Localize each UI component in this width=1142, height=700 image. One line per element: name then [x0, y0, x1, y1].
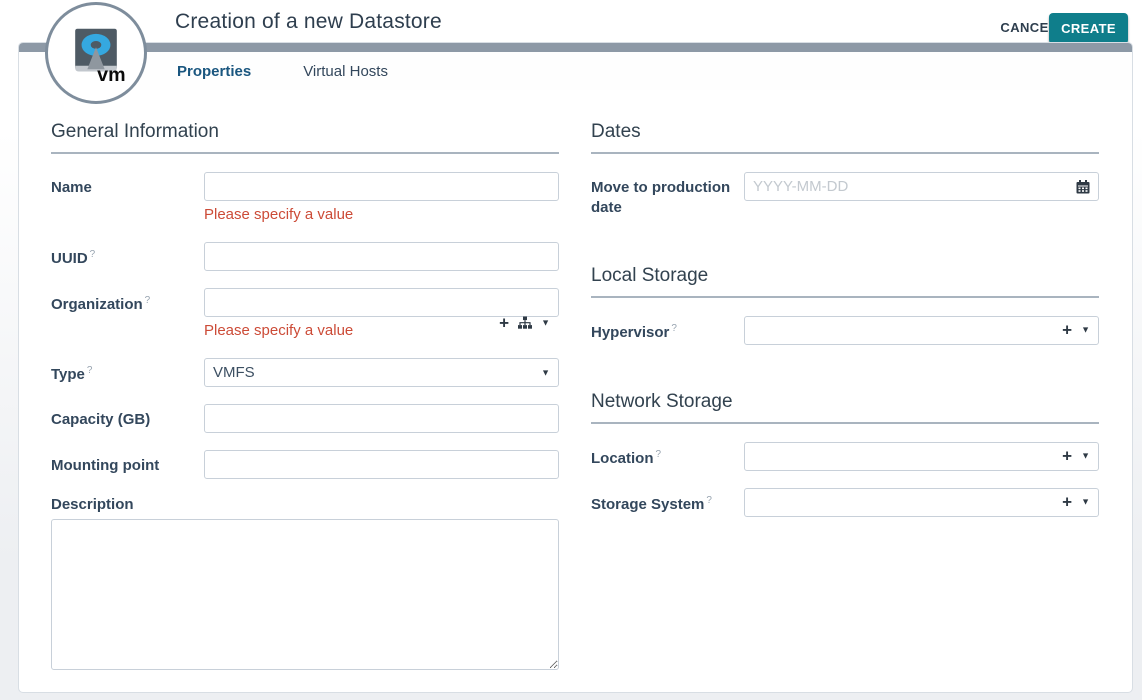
type-select-value: VMFS — [213, 364, 255, 381]
location-caret-down-icon[interactable]: ▼ — [1081, 452, 1090, 461]
datastore-avatar: vm — [45, 2, 147, 104]
organization-caret-down-icon[interactable]: ▼ — [541, 319, 550, 328]
move-to-production-date-label: Move to production date — [591, 172, 744, 219]
location-row: Location? + ▼ — [591, 442, 1099, 471]
card-top-bar — [19, 43, 1132, 52]
section-title-local-storage: Local Storage — [591, 265, 1099, 298]
uuid-row: UUID? — [51, 242, 559, 271]
hypervisor-select[interactable]: + ▼ — [744, 316, 1099, 345]
name-label: Name — [51, 172, 204, 198]
section-title-general-information: General Information — [51, 121, 559, 154]
card-content: General Information Name Please specify … — [19, 90, 1132, 121]
storage-system-label: Storage System? — [591, 488, 744, 515]
type-label: Type? — [51, 358, 204, 385]
tab-properties[interactable]: Properties — [177, 63, 251, 80]
create-button[interactable]: CREATE — [1049, 13, 1128, 44]
location-select[interactable]: + ▼ — [744, 442, 1099, 471]
tab-virtual-hosts[interactable]: Virtual Hosts — [303, 63, 388, 80]
vmfs-datastore-icon: vm — [59, 16, 133, 90]
location-help-icon[interactable]: ? — [656, 449, 662, 460]
organization-select[interactable]: + ▼ — [204, 288, 559, 317]
hypervisor-caret-down-icon[interactable]: ▼ — [1081, 326, 1090, 335]
uuid-label: UUID? — [51, 242, 204, 269]
type-select[interactable]: VMFS ▼ — [204, 358, 559, 387]
organization-label: Organization? — [51, 288, 204, 315]
form-card: Properties Virtual Hosts General Informa… — [18, 42, 1133, 693]
name-row: Name Please specify a value — [51, 172, 559, 242]
description-label: Description — [51, 496, 559, 513]
calendar-icon[interactable] — [1076, 180, 1090, 194]
move-to-production-date-input[interactable] — [744, 172, 1099, 201]
type-help-icon[interactable]: ? — [87, 365, 93, 376]
location-add-icon[interactable]: + — [1062, 448, 1072, 465]
page-header: Creation of a new Datastore CANCEL CREAT… — [0, 0, 1142, 42]
storage-system-row: Storage System? + ▼ — [591, 488, 1099, 517]
organization-tree-icon[interactable] — [518, 317, 532, 330]
page-title: Creation of a new Datastore — [175, 10, 442, 34]
capacity-label: Capacity (GB) — [51, 404, 204, 430]
name-input[interactable] — [204, 172, 559, 201]
right-column: Dates Move to production date — [591, 121, 1099, 534]
storage-system-add-icon[interactable]: + — [1062, 494, 1072, 511]
capacity-row: Capacity (GB) — [51, 404, 559, 433]
uuid-help-icon[interactable]: ? — [90, 249, 96, 260]
general-information-section: General Information Name Please specify … — [51, 121, 559, 675]
mounting-point-row: Mounting point — [51, 450, 559, 479]
tab-strip: Properties Virtual Hosts — [19, 52, 1132, 90]
avatar-vm-label: vm — [97, 64, 125, 86]
location-label: Location? — [591, 442, 744, 469]
hypervisor-help-icon[interactable]: ? — [671, 323, 677, 334]
organization-row: Organization? + — [51, 288, 559, 358]
organization-add-icon[interactable]: + — [499, 315, 509, 332]
type-row: Type? VMFS ▼ — [51, 358, 559, 387]
organization-help-icon[interactable]: ? — [145, 295, 151, 306]
storage-system-select[interactable]: + ▼ — [744, 488, 1099, 517]
uuid-input[interactable] — [204, 242, 559, 271]
name-error: Please specify a value — [204, 206, 559, 223]
move-to-production-date-row: Move to production date — [591, 172, 1099, 219]
mounting-point-input[interactable] — [204, 450, 559, 479]
hypervisor-add-icon[interactable]: + — [1062, 322, 1072, 339]
storage-system-help-icon[interactable]: ? — [706, 495, 712, 506]
type-caret-down-icon[interactable]: ▼ — [541, 368, 550, 377]
section-title-network-storage: Network Storage — [591, 391, 1099, 424]
hypervisor-row: Hypervisor? + ▼ — [591, 316, 1099, 345]
storage-system-caret-down-icon[interactable]: ▼ — [1081, 498, 1090, 507]
description-textarea[interactable] — [51, 519, 559, 670]
capacity-input[interactable] — [204, 404, 559, 433]
mounting-point-label: Mounting point — [51, 450, 204, 476]
section-title-dates: Dates — [591, 121, 1099, 154]
hypervisor-label: Hypervisor? — [591, 316, 744, 343]
